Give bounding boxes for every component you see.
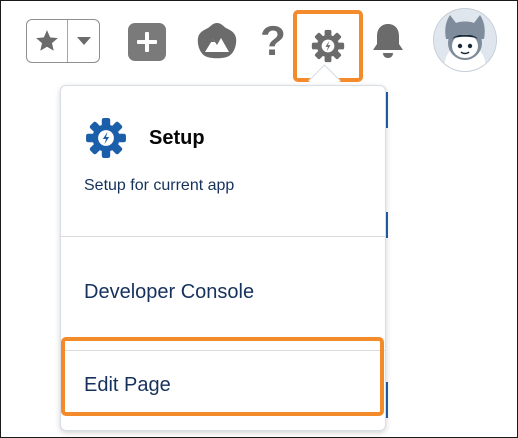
setup-subtitle: Setup for current app: [84, 177, 235, 194]
setup-menu-item[interactable]: Setup Setup for current app: [61, 86, 385, 236]
menu-divider: [61, 236, 385, 237]
favorites-button-group: [26, 19, 100, 63]
global-actions-plus-icon: [137, 32, 157, 52]
trailhead-button[interactable]: [196, 21, 238, 66]
trailhead-icon: [197, 23, 237, 59]
setup-gear-icon: [86, 118, 126, 158]
favorites-dropdown-button[interactable]: [68, 20, 99, 62]
astro-avatar-icon: [434, 9, 496, 71]
setup-title: Setup: [149, 127, 205, 149]
favorites-dropdown-icon: [76, 37, 91, 45]
notifications-bell-icon: [373, 24, 403, 58]
setup-gear-icon: [311, 29, 345, 63]
notifications-button[interactable]: [370, 22, 406, 65]
global-actions-button[interactable]: [128, 23, 166, 61]
favorites-star-icon: [36, 30, 58, 51]
user-avatar[interactable]: [434, 9, 496, 71]
favorites-star-button[interactable]: [27, 20, 67, 62]
setup-menu-icon-wrapper: [85, 117, 127, 164]
help-icon[interactable]: ?: [258, 18, 288, 64]
edit-page-highlight: [61, 337, 384, 416]
developer-console-menu-item[interactable]: Developer Console: [84, 281, 254, 304]
